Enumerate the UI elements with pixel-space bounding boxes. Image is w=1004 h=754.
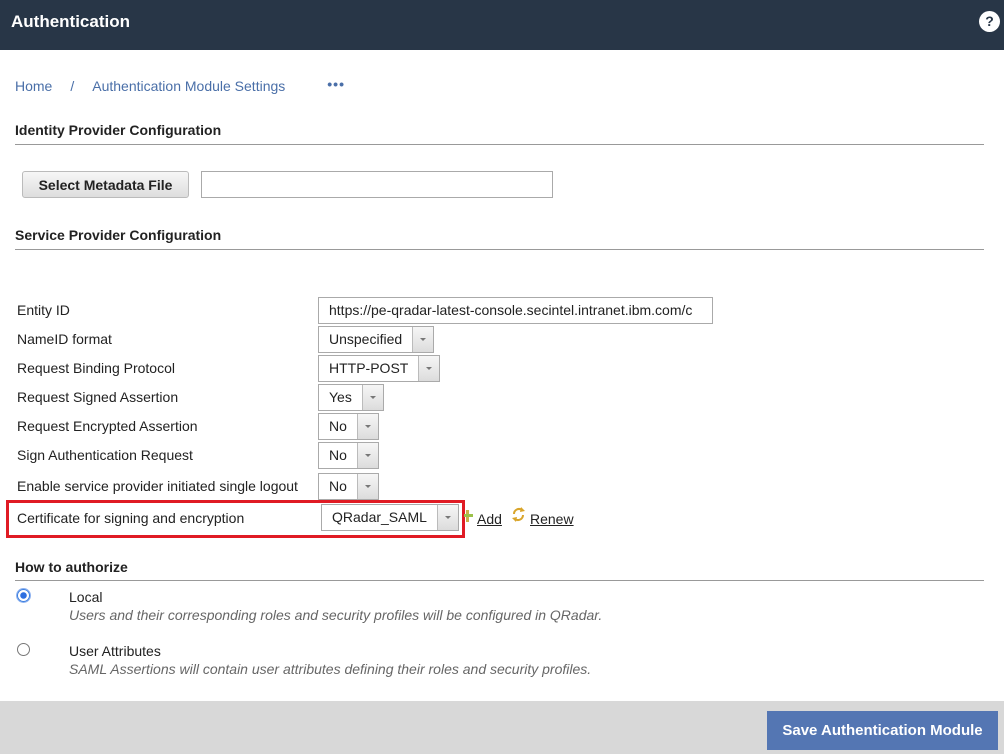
entity-id-input[interactable]: https://pe-qradar-latest-console.secinte… [318,297,713,324]
identity-provider-heading: Identity Provider Configuration [15,122,222,138]
user-attributes-radio-label[interactable]: User Attributes [69,643,161,659]
certificate-select[interactable]: QRadar_SAML [321,504,459,531]
request-binding-protocol-label: Request Binding Protocol [17,360,175,376]
save-authentication-module-button[interactable]: Save Authentication Module [767,711,998,750]
nameid-format-label: NameID format [17,331,112,347]
request-signed-assertion-value: Yes [329,389,352,405]
chevron-down-icon[interactable] [436,505,458,530]
nameid-format-select[interactable]: Unspecified [318,326,435,353]
select-metadata-file-button[interactable]: Select Metadata File [22,171,189,198]
section-divider [15,144,984,145]
local-radio[interactable] [17,589,30,602]
single-logout-label: Enable service provider initiated single… [17,478,298,494]
local-radio-description: Users and their corresponding roles and … [69,607,603,623]
renew-certificate-link[interactable]: Renew [530,511,574,527]
add-certificate-link[interactable]: Add [477,511,502,527]
request-binding-protocol-value: HTTP-POST [329,360,409,376]
nameid-format-value: Unspecified [329,331,403,347]
chevron-down-icon[interactable] [356,474,378,499]
chevron-down-icon[interactable] [361,385,383,410]
more-options-icon[interactable]: ••• [327,76,345,92]
certificate-label: Certificate for signing and encryption [17,510,245,526]
how-to-authorize-heading: How to authorize [15,559,128,575]
sign-authentication-request-value: No [329,447,347,463]
chevron-down-icon[interactable] [412,327,434,352]
certificate-value: QRadar_SAML [332,509,427,525]
help-icon[interactable]: ? [979,11,1000,32]
breadcrumb-separator: / [70,78,75,94]
local-radio-label[interactable]: Local [69,589,102,605]
single-logout-value: No [329,478,347,494]
request-signed-assertion-select[interactable]: Yes [318,384,384,411]
sign-authentication-request-select[interactable]: No [318,442,379,469]
user-attributes-radio-description: SAML Assertions will contain user attrib… [69,661,592,677]
section-divider [15,580,984,581]
user-attributes-radio[interactable] [17,643,30,656]
sign-authentication-request-label: Sign Authentication Request [17,447,193,463]
add-icon[interactable] [464,510,474,522]
single-logout-select[interactable]: No [318,473,379,500]
entity-id-label: Entity ID [17,302,70,318]
renew-icon[interactable] [511,507,526,522]
request-encrypted-assertion-value: No [329,418,347,434]
breadcrumb-authentication-module-settings[interactable]: Authentication Module Settings [92,78,285,94]
chevron-down-icon[interactable] [356,443,378,468]
request-encrypted-assertion-select[interactable]: No [318,413,379,440]
top-bar: Authentication ? [0,0,1004,50]
request-signed-assertion-label: Request Signed Assertion [17,389,179,405]
metadata-file-input[interactable] [201,171,553,198]
breadcrumb: Home / Authentication Module Settings ••… [15,76,345,94]
request-binding-protocol-select[interactable]: HTTP-POST [318,355,441,382]
chevron-down-icon[interactable] [356,414,378,439]
chevron-down-icon[interactable] [418,356,440,381]
request-encrypted-assertion-label: Request Encrypted Assertion [17,418,198,434]
section-divider [15,249,984,250]
breadcrumb-home[interactable]: Home [15,78,52,94]
service-provider-heading: Service Provider Configuration [15,227,222,243]
page-title: Authentication [11,12,130,31]
